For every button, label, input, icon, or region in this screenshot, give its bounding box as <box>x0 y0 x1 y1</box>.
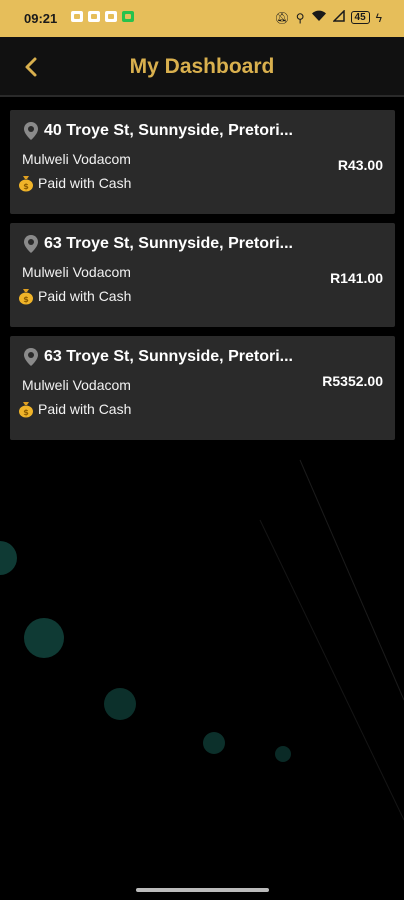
youtube-icon <box>71 11 83 22</box>
payment-text: Paid with Cash <box>38 288 132 304</box>
signal-icon <box>331 9 345 25</box>
vendor-name: Mulweli Vodacom <box>22 264 131 280</box>
location-icon: ⚲ <box>295 10 305 25</box>
svg-text:$: $ <box>23 182 29 191</box>
address-text: 63 Troye St, Sunnyside, Pretori... <box>44 348 293 365</box>
location-pin-icon <box>24 235 38 253</box>
amount: R5352.00 <box>322 373 383 389</box>
vendor-name: Mulweli Vodacom <box>22 377 131 393</box>
payment-text: Paid with Cash <box>38 401 132 417</box>
home-indicator[interactable] <box>136 888 269 892</box>
charging-icon: ϟ <box>375 10 382 25</box>
address-text: 63 Troye St, Sunnyside, Pretori... <box>44 235 293 252</box>
whatsapp-icon <box>122 11 134 22</box>
background-decoration <box>0 459 404 821</box>
payment-method: $ Paid with Cash <box>17 287 131 305</box>
battery-icon: 45 <box>350 11 370 24</box>
payment-method: $ Paid with Cash <box>17 400 131 418</box>
address-row: 63 Troye St, Sunnyside, Pretori... <box>21 234 311 254</box>
page-title: My Dashboard <box>129 55 275 78</box>
money-bag-icon: $ <box>17 287 35 305</box>
money-bag-icon: $ <box>17 400 35 418</box>
mute-icon: 🔕︎ <box>274 10 290 25</box>
payment-text: Paid with Cash <box>38 175 132 191</box>
status-time: 09:21 <box>24 11 58 26</box>
system-icons: 🔕︎ ⚲ 45 ϟ <box>274 9 382 25</box>
amount: R141.00 <box>330 270 383 286</box>
wifi-icon <box>311 10 327 25</box>
money-bag-icon: $ <box>17 174 35 192</box>
svg-text:$: $ <box>23 408 29 417</box>
transaction-card[interactable]: 63 Troye St, Sunnyside, Pretori... Mulwe… <box>10 223 395 327</box>
address-row: 40 Troye St, Sunnyside, Pretori... <box>21 121 311 141</box>
a-icon <box>88 11 100 22</box>
address-text: 40 Troye St, Sunnyside, Pretori... <box>44 122 293 139</box>
payment-method: $ Paid with Cash <box>17 174 131 192</box>
location-pin-icon <box>24 122 38 140</box>
transaction-card[interactable]: 63 Troye St, Sunnyside, Pretori... Mulwe… <box>10 336 395 440</box>
app-header: My Dashboard <box>0 37 404 97</box>
status-bar: 09:21 🔕︎ ⚲ 45 ϟ <box>0 0 404 37</box>
svg-text:$: $ <box>23 295 29 304</box>
amount: R43.00 <box>337 157 383 173</box>
location-pin-icon <box>24 348 38 366</box>
notification-icons <box>71 11 134 22</box>
vendor-name: Mulweli Vodacom <box>22 151 131 167</box>
address-row: 63 Troye St, Sunnyside, Pretori... <box>21 347 311 367</box>
transaction-card[interactable]: 40 Troye St, Sunnyside, Pretori... Mulwe… <box>10 110 395 214</box>
o-icon <box>105 11 117 22</box>
